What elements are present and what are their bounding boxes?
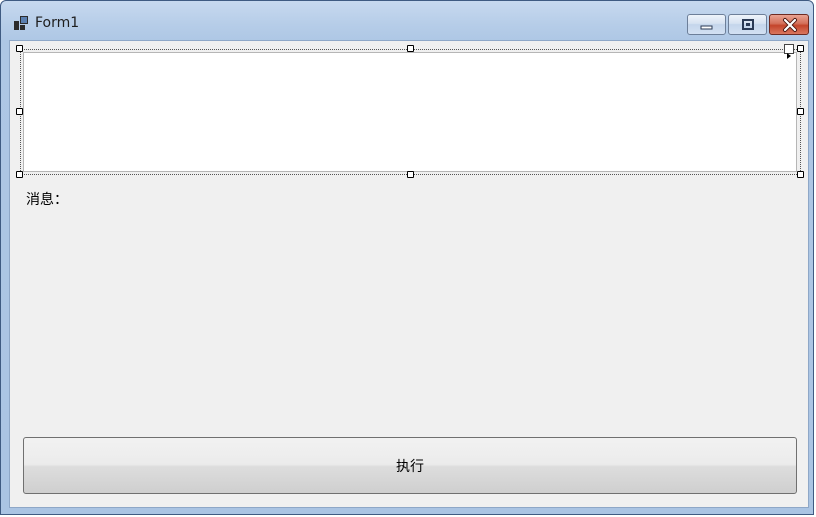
resize-handle-bottom-middle[interactable] bbox=[407, 171, 414, 178]
resize-handle-middle-right[interactable] bbox=[797, 108, 804, 115]
close-button[interactable] bbox=[769, 14, 809, 35]
resize-handle-top-middle[interactable] bbox=[407, 45, 414, 52]
smart-tag-button[interactable] bbox=[784, 44, 794, 59]
close-icon bbox=[783, 18, 797, 32]
title-bar[interactable]: Form1 bbox=[1, 1, 813, 41]
resize-handle-top-left[interactable] bbox=[16, 45, 23, 52]
form1-window: Form1 消息： 执行 bbox=[0, 0, 814, 515]
execute-button[interactable]: 执行 bbox=[23, 437, 797, 494]
resize-handle-bottom-right[interactable] bbox=[797, 171, 804, 178]
message-label: 消息： bbox=[26, 192, 68, 208]
form-client-area: 消息： 执行 bbox=[9, 40, 809, 508]
smart-tag-arrow-icon bbox=[787, 53, 791, 59]
minimize-button[interactable] bbox=[687, 14, 726, 35]
window-title: Form1 bbox=[35, 15, 80, 31]
resize-handle-bottom-left[interactable] bbox=[16, 171, 23, 178]
resize-handle-top-right[interactable] bbox=[797, 45, 804, 52]
maximize-button[interactable] bbox=[728, 14, 767, 35]
maximize-icon bbox=[742, 19, 754, 30]
multiline-textbox[interactable] bbox=[23, 52, 797, 172]
minimize-icon bbox=[700, 25, 713, 30]
resize-handle-middle-left[interactable] bbox=[16, 108, 23, 115]
app-icon bbox=[13, 15, 29, 31]
